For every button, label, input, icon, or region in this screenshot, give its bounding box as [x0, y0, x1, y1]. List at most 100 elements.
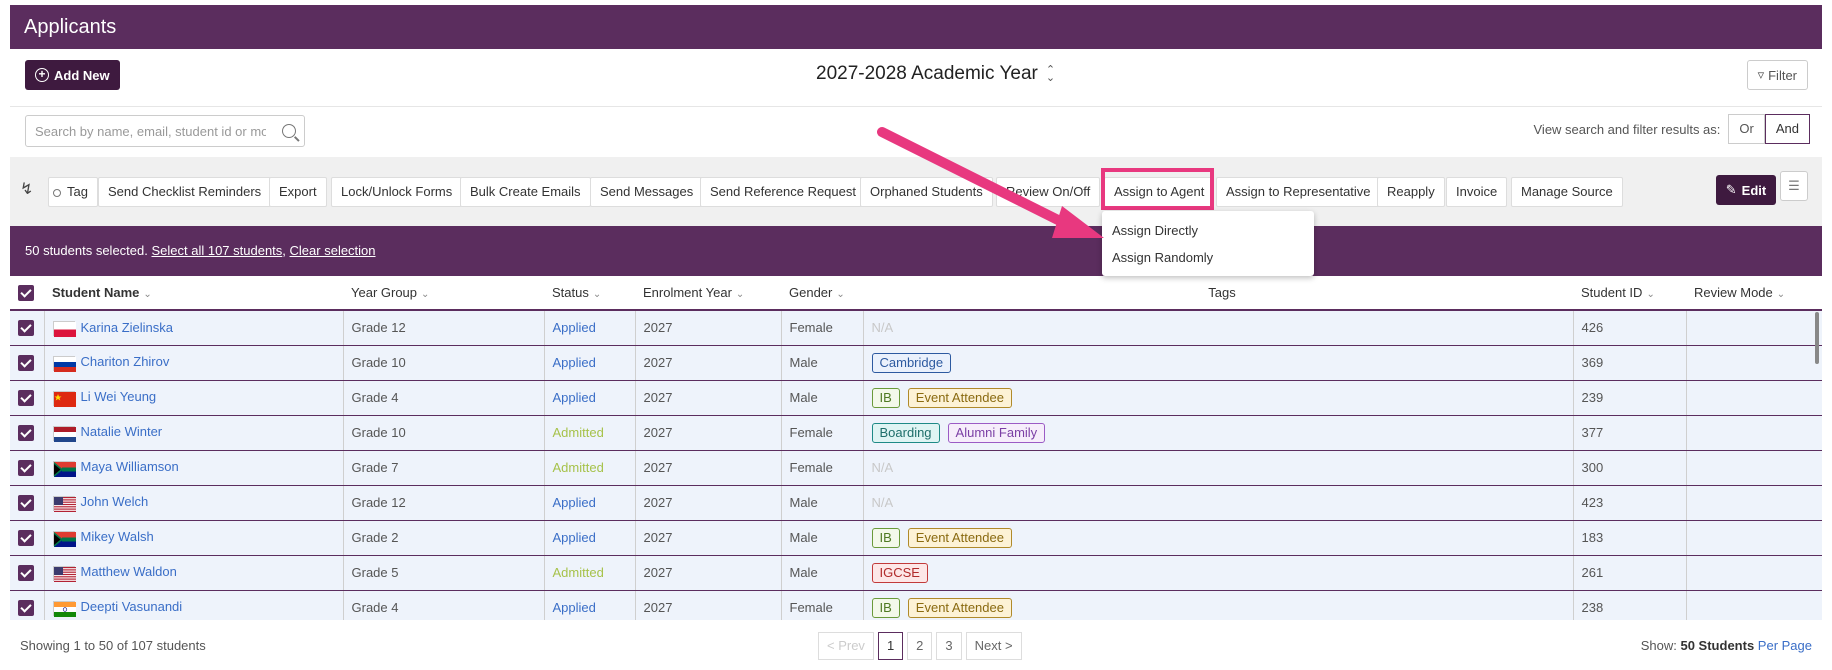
row-select[interactable]: [10, 310, 45, 346]
row-select[interactable]: [10, 345, 45, 381]
student-name-link[interactable]: Chariton Zhirov: [81, 354, 170, 369]
row-select[interactable]: [10, 520, 45, 556]
poland-flag-icon: [52, 320, 76, 337]
col-label: Tags: [1208, 285, 1236, 300]
checkbox[interactable]: [18, 459, 34, 476]
row-select[interactable]: [10, 380, 45, 416]
table-row[interactable]: Natalie Winter Grade 10 Admitted 2027 Female…: [10, 415, 1822, 451]
filter-button[interactable]: ▿ Filter: [1746, 60, 1808, 90]
student-name-link[interactable]: John Welch: [81, 494, 149, 509]
table-row[interactable]: Matthew Waldon Grade 5 Admitted 2027 Male IGC…: [10, 555, 1822, 591]
edit-button[interactable]: ✎ Edit: [1716, 175, 1776, 205]
student-id-cell: 239: [1573, 380, 1687, 416]
student-name-link[interactable]: Mikey Walsh: [81, 529, 154, 544]
row-select[interactable]: [10, 485, 45, 521]
checkbox[interactable]: [18, 320, 34, 337]
review-mode-cell: [1686, 345, 1822, 381]
assign-directly-option[interactable]: Assign Directly: [1102, 217, 1314, 244]
checkbox[interactable]: [18, 494, 34, 511]
enrolment-year-cell: 2027: [635, 415, 782, 451]
reapply-button[interactable]: Reapply: [1377, 177, 1445, 207]
row-select[interactable]: [10, 450, 45, 486]
per-page-label: Per Page: [1757, 638, 1812, 653]
table-scrollbar[interactable]: [1815, 312, 1819, 364]
student-id-cell: 238: [1573, 590, 1687, 620]
student-name-link[interactable]: Matthew Waldon: [81, 564, 177, 579]
col-status[interactable]: Status ⌄: [544, 276, 635, 311]
show-count[interactable]: 50 Students: [1680, 638, 1754, 653]
table-row[interactable]: Li Wei Yeung Grade 4 Applied 2027 Male IB Even…: [10, 380, 1822, 416]
col-enrolment-year[interactable]: Enrolment Year ⌄: [635, 276, 781, 311]
manage-source-button[interactable]: Manage Source: [1511, 177, 1623, 207]
clear-selection-link[interactable]: Clear selection: [290, 243, 376, 258]
academic-year-selector[interactable]: 2027-2028 Academic Year ⌃ ⌄: [816, 63, 1055, 85]
tag-badge: IB: [871, 597, 900, 618]
student-name-link[interactable]: Deepti Vasunandi: [81, 599, 183, 614]
table-row[interactable]: Deepti Vasunandi Grade 4 Applied 2027 Female…: [10, 590, 1822, 620]
status-text: Applied: [552, 320, 596, 336]
tag-badge: IGCSE: [871, 562, 928, 583]
col-year-group[interactable]: Year Group ⌄: [343, 276, 544, 311]
table-footer: Showing 1 to 50 of 107 students < Prev 1…: [10, 620, 1822, 670]
export-button[interactable]: Export: [269, 177, 327, 207]
review-on-off-button[interactable]: Review On/Off: [996, 177, 1101, 207]
sort-icon[interactable]: ↯: [20, 179, 33, 199]
search-icon[interactable]: [282, 124, 296, 138]
and-toggle[interactable]: And: [1764, 114, 1810, 144]
prev-page-button[interactable]: < Prev: [818, 632, 874, 660]
gender-cell: Male: [781, 380, 864, 416]
search-input[interactable]: [26, 116, 266, 146]
col-label: Gender: [789, 285, 833, 300]
row-select[interactable]: [10, 415, 45, 451]
student-name-cell: Natalie Winter: [44, 415, 344, 451]
separator: ,: [282, 243, 290, 258]
row-select[interactable]: [10, 555, 45, 591]
page-header: Applicants: [10, 5, 1822, 49]
checkbox[interactable]: [18, 424, 34, 441]
tags-cell: Boarding Alumni Family: [863, 415, 1574, 451]
page-2-button[interactable]: 2: [907, 632, 933, 660]
lock-unlock-forms-button[interactable]: Lock/Unlock Forms: [331, 177, 463, 207]
status-cell: Admitted: [544, 450, 636, 486]
column-settings-button[interactable]: ☰: [1780, 171, 1808, 201]
col-student-name[interactable]: Student Name ⌄: [44, 276, 343, 311]
chevron-down-icon: ⌄: [735, 289, 745, 300]
invoice-button[interactable]: Invoice: [1446, 177, 1508, 207]
add-new-label: Add New: [54, 67, 110, 83]
student-name-link[interactable]: Li Wei Yeung: [81, 389, 157, 404]
table-row[interactable]: Karina Zielinska Grade 12 Applied 2027 Femal…: [10, 310, 1822, 346]
send-checklist-reminders-button[interactable]: Send Checklist Reminders: [98, 177, 272, 207]
col-student-id[interactable]: Student ID ⌄: [1573, 276, 1686, 311]
table-row[interactable]: John Welch Grade 12 Applied 2027 Male N/A 423: [10, 485, 1822, 521]
row-select[interactable]: [10, 590, 45, 620]
orphaned-students-button[interactable]: Orphaned Students: [860, 177, 993, 207]
next-page-button[interactable]: Next >: [965, 632, 1022, 660]
page-1-button[interactable]: 1: [877, 632, 904, 660]
table-row[interactable]: Chariton Zhirov Grade 10 Applied 2027 Male Ca…: [10, 345, 1822, 381]
or-toggle[interactable]: Or: [1728, 114, 1765, 144]
add-new-button[interactable]: + Add New: [25, 60, 120, 90]
checkbox[interactable]: [18, 599, 34, 616]
send-reference-request-button[interactable]: Send Reference Request: [700, 177, 866, 207]
checkbox[interactable]: [18, 564, 34, 581]
student-name-link[interactable]: Maya Williamson: [81, 459, 179, 474]
select-all-link[interactable]: Select all 107 students: [151, 243, 282, 258]
tag-button[interactable]: Tag: [48, 177, 98, 207]
student-name-link[interactable]: Natalie Winter: [81, 424, 163, 439]
select-all-checkbox[interactable]: [10, 276, 44, 311]
send-messages-button[interactable]: Send Messages: [590, 177, 704, 207]
assign-to-representative-button[interactable]: Assign to Representative: [1216, 177, 1381, 207]
table-row[interactable]: Maya Williamson Grade 7 Admitted 2027 Female…: [10, 450, 1822, 486]
checkbox[interactable]: [18, 284, 34, 301]
assign-randomly-option[interactable]: Assign Randomly: [1102, 244, 1314, 271]
col-gender[interactable]: Gender ⌄: [781, 276, 863, 311]
student-name-link[interactable]: Karina Zielinska: [81, 320, 174, 335]
bulk-create-emails-button[interactable]: Bulk Create Emails: [460, 177, 591, 207]
page-3-button[interactable]: 3: [936, 632, 962, 660]
year-group-cell: Grade 7: [343, 450, 545, 486]
checkbox[interactable]: [18, 529, 34, 546]
table-row[interactable]: Mikey Walsh Grade 2 Applied 2027 Male IB Event…: [10, 520, 1822, 556]
checkbox[interactable]: [18, 354, 34, 371]
checkbox[interactable]: [18, 389, 34, 406]
col-review-mode[interactable]: Review Mode ⌄: [1686, 276, 1822, 311]
